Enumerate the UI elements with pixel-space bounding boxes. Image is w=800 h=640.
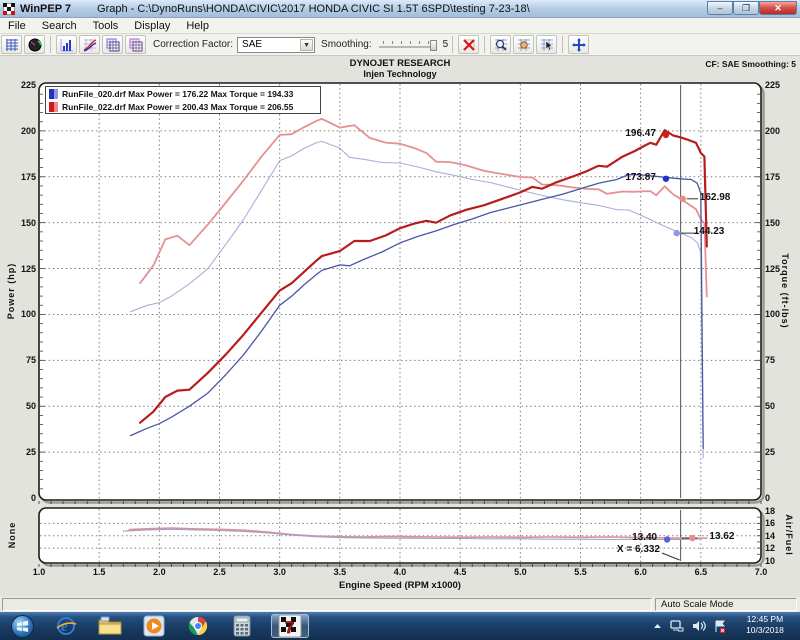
- volume-icon[interactable]: [692, 620, 706, 632]
- close-button[interactable]: ✕: [759, 1, 797, 15]
- menu-display[interactable]: Display: [126, 20, 178, 32]
- calculator-taskbar-icon[interactable]: [227, 614, 257, 638]
- clock-time: 12:45 PM: [734, 614, 796, 625]
- menu-bar: FileSearchToolsDisplayHelp: [0, 18, 800, 34]
- crosshair-button[interactable]: [568, 35, 589, 54]
- toolbar: Correction Factor: SAE ▼ Smoothing: 5: [0, 34, 800, 56]
- zoom-graph-button[interactable]: [490, 35, 511, 54]
- pan-graph-button[interactable]: [513, 35, 534, 54]
- clock[interactable]: 12:45 PM 10/3/2018: [734, 614, 796, 636]
- taskbar: e 7 12:45 PM 10/3/2018: [0, 612, 800, 640]
- select-graph-button[interactable]: [536, 35, 557, 54]
- menu-search[interactable]: Search: [34, 20, 85, 32]
- smoothing-slider[interactable]: [379, 38, 437, 52]
- winpep-app-icon: [3, 3, 15, 15]
- ie-taskbar-icon[interactable]: e: [51, 614, 81, 638]
- restore-button[interactable]: ❐: [733, 1, 759, 15]
- title-bar: WinPEP 7 Graph - C:\DynoRuns\HONDA\CIVIC…: [0, 0, 800, 18]
- correction-factor-label: Correction Factor:: [153, 39, 233, 50]
- svg-text:e: e: [61, 619, 68, 635]
- status-bar: Auto Scale Mode: [0, 597, 800, 612]
- chevron-down-icon[interactable]: ▼: [300, 39, 313, 51]
- graph-overlay-button[interactable]: [102, 35, 123, 54]
- crosshair-icon: [572, 38, 586, 52]
- gauge-icon: [28, 38, 42, 52]
- status-mode: Auto Scale Mode: [655, 598, 797, 611]
- status-panel-left: [2, 598, 652, 611]
- dyno-chart-svg: [0, 56, 800, 597]
- new-graph-button[interactable]: [56, 35, 77, 54]
- window-title: Graph - C:\DynoRuns\HONDA\CIVIC\2017 HON…: [97, 3, 530, 15]
- windows-logo-icon: [11, 615, 34, 638]
- graph-multi-icon: [129, 38, 143, 52]
- smoothing-label: Smoothing:: [321, 39, 372, 50]
- zoom-graph-icon: [494, 38, 508, 52]
- menu-help[interactable]: Help: [178, 20, 217, 32]
- select-graph-icon: [540, 38, 554, 52]
- menu-file[interactable]: File: [0, 20, 34, 32]
- graph-curves-button[interactable]: [79, 35, 100, 54]
- menu-tools[interactable]: Tools: [85, 20, 127, 32]
- graph-canvas[interactable]: DYNOJET RESEARCH Injen Technology CF: SA…: [0, 56, 800, 597]
- correction-factor-value: SAE: [242, 39, 262, 50]
- tray-expand-icon[interactable]: [653, 622, 662, 630]
- smoothing-value: 5: [443, 39, 449, 50]
- dyno-gauge-button[interactable]: [24, 35, 45, 54]
- close-graph-icon: [462, 38, 476, 52]
- svg-text:7: 7: [285, 618, 294, 637]
- system-tray: [649, 612, 730, 640]
- winpep-taskbar-icon[interactable]: 7: [271, 614, 309, 638]
- clock-date: 10/3/2018: [734, 625, 796, 636]
- minimize-button[interactable]: –: [707, 1, 733, 15]
- start-button[interactable]: [7, 614, 37, 638]
- graph-multi-button[interactable]: [125, 35, 146, 54]
- action-center-icon[interactable]: [714, 620, 726, 633]
- graph-overlay-icon: [106, 38, 120, 52]
- data-table-button[interactable]: [1, 35, 22, 54]
- slider-thumb[interactable]: [430, 40, 437, 51]
- app-name: WinPEP 7: [20, 3, 71, 15]
- network-icon[interactable]: [670, 620, 684, 632]
- table-grid-icon: [5, 38, 19, 52]
- graph-curves-icon: [83, 38, 97, 52]
- correction-factor-select[interactable]: SAE ▼: [237, 37, 315, 53]
- graph-bars-icon: [60, 38, 74, 52]
- explorer-taskbar-icon[interactable]: [95, 614, 125, 638]
- chrome-taskbar-icon[interactable]: [183, 614, 213, 638]
- media-player-taskbar-icon[interactable]: [139, 614, 169, 638]
- close-graph-button[interactable]: [458, 35, 479, 54]
- pan-graph-icon: [517, 38, 531, 52]
